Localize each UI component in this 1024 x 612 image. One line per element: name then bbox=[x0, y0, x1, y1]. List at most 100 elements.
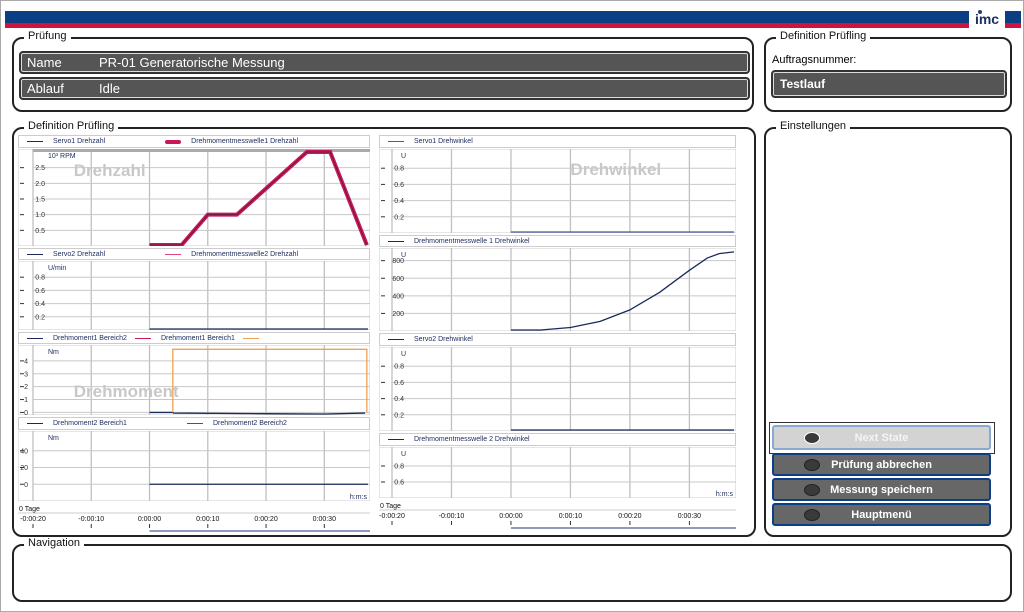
definition-pruefling-group: Definition Prüfling Auftragsnummer: Test… bbox=[764, 30, 1012, 112]
legend-label: Servo2 Drehwinkel bbox=[414, 336, 473, 343]
x-axis: h:m:s 0 Tage -0:00:20 -0:00:10 0:00:00 0:00:1… bbox=[18, 494, 370, 532]
legend-label: Drehmomentmesswelle2 Drehzahl bbox=[191, 250, 299, 258]
chart-legend: Drehmomentmesswelle 1 Drehwinkel bbox=[379, 235, 736, 247]
messung-speichern-button[interactable]: Messung speichern bbox=[772, 478, 991, 501]
name-field: Name PR-01 Generatorische Messung bbox=[19, 51, 750, 74]
plot-background bbox=[379, 149, 736, 233]
chart-legend: Servo2 Drehzahl Drehmomentmesswelle2 Dreh… bbox=[18, 248, 370, 260]
led-icon bbox=[804, 508, 820, 521]
legend-swatch bbox=[388, 439, 404, 440]
y-unit-label: Nm bbox=[48, 349, 59, 356]
y-tick-label: 0.2 bbox=[394, 214, 404, 221]
button-label: Hauptmenü bbox=[851, 508, 912, 521]
legend-item: Drehmoment2 Bereich2 bbox=[186, 420, 287, 427]
x-tick-label: 0:00:20 bbox=[254, 516, 277, 523]
pruefung-abbrechen-button[interactable]: Prüfung abbrechen bbox=[772, 453, 991, 476]
button-label: Next State bbox=[854, 431, 909, 444]
x-tick-label: -0:00:20 bbox=[20, 516, 46, 523]
next-state-button[interactable]: Next State bbox=[772, 425, 991, 450]
chart-legend: Servo1 Drehwinkel bbox=[379, 135, 736, 148]
y-tick-label: 0.8 bbox=[394, 166, 404, 173]
chart-plot: 200 400 600 800U bbox=[379, 248, 736, 331]
legend-item: Servo2 Drehzahl bbox=[27, 251, 105, 258]
auftragsnummer-field[interactable]: Testlauf bbox=[771, 70, 1007, 98]
chart-watermark: Drehzahl bbox=[74, 161, 146, 180]
y-tick-label: 0.2 bbox=[35, 314, 45, 321]
y-tick-label: 0.5 bbox=[35, 228, 45, 235]
y-tick-label: 0.4 bbox=[35, 301, 45, 308]
legend-item: Drehmomentmesswelle 2 Drehwinkel bbox=[388, 436, 530, 443]
imc-logo: imc bbox=[969, 7, 1005, 29]
x-tick-label: -0:00:10 bbox=[439, 513, 465, 520]
x-tick-label: 0:00:20 bbox=[618, 513, 641, 520]
legend-swatch bbox=[27, 423, 43, 424]
button-label: Messung speichern bbox=[830, 483, 933, 496]
y-tick-label: 0.8 bbox=[394, 464, 404, 471]
y-tick-label: 0.6 bbox=[394, 480, 404, 487]
legend-swatch bbox=[388, 240, 404, 242]
y-tick-label: 800 bbox=[392, 258, 404, 265]
y-unit-label: U bbox=[401, 252, 406, 259]
legend-item: Drehmoment1 Bereich1 bbox=[134, 334, 235, 342]
legend-item: Drehmoment1 Bereich2 bbox=[27, 335, 127, 342]
hauptmenue-button[interactable]: Hauptmenü bbox=[772, 503, 991, 526]
y-tick-label: 4 bbox=[24, 358, 28, 365]
y-tick-label: 0.4 bbox=[394, 396, 404, 403]
y-tick-label: 2.0 bbox=[35, 181, 45, 188]
legend-swatch bbox=[165, 253, 182, 255]
auftragsnummer-label: Auftragsnummer: bbox=[772, 54, 857, 66]
chart-watermark: Drehmoment bbox=[74, 382, 179, 401]
y-tick-label: 400 bbox=[392, 293, 404, 300]
chart-legend: Servo2 Drehwinkel bbox=[379, 333, 736, 346]
plot-background bbox=[18, 261, 370, 330]
legend-label: Drehmoment2 Bereich2 bbox=[212, 420, 287, 427]
legend-item: Servo2 Drehwinkel bbox=[388, 336, 473, 343]
y-unit-label: Nm bbox=[48, 435, 59, 442]
legend-swatch bbox=[27, 337, 43, 339]
legend-item: Drehmomentmesswelle 1 Drehwinkel bbox=[388, 238, 530, 245]
legend-item: Drehmoment2 Bereich1 bbox=[27, 420, 127, 427]
auftragsnummer-value: Testlauf bbox=[780, 77, 826, 91]
chart-plot: 0 20 40 Nm bbox=[18, 431, 370, 501]
chart-plot: 0.6 0.8 U bbox=[379, 447, 736, 498]
chart-plot: 0.5 1.0 1.5 2.0 2.510³ RPMDrehzahl bbox=[18, 149, 370, 246]
legend-swatch bbox=[27, 141, 43, 142]
y-tick-label: 0 bbox=[24, 410, 28, 415]
legend-label: Drehmoment1 Bereich2 bbox=[53, 334, 127, 342]
header-band-red bbox=[5, 23, 1021, 28]
x-tick-label: 0:00:30 bbox=[678, 513, 701, 520]
x-tick-label: -0:00:10 bbox=[78, 516, 104, 523]
plot-background bbox=[18, 431, 370, 501]
y-tick-label: 200 bbox=[392, 311, 404, 318]
legend-swatch bbox=[388, 141, 404, 142]
chart-plot: 0.2 0.4 0.6 0.8 U Drehwinkel bbox=[379, 149, 736, 233]
y-unit-label: 10³ RPM bbox=[48, 153, 76, 160]
chart-legend: Drehmomentmesswelle 2 Drehwinkel bbox=[379, 433, 736, 446]
y-tick-label: 20 bbox=[20, 465, 28, 472]
legend-swatch bbox=[27, 253, 43, 255]
legend-label: Drehmoment1 Bereich1 bbox=[160, 334, 235, 342]
navigation-group: Navigation bbox=[12, 537, 1012, 602]
y-tick-label: 2.5 bbox=[35, 165, 45, 172]
group-title: Navigation bbox=[24, 537, 84, 549]
x-tick-label: 0:00:00 bbox=[499, 513, 522, 520]
chart-legend: Drehmoment2 Bereich1 Drehmoment2 Bereich2 bbox=[18, 417, 370, 430]
plot-background bbox=[379, 447, 736, 498]
x-tick-label: 0:00:10 bbox=[559, 513, 582, 520]
y-tick-label: 0.8 bbox=[394, 364, 404, 371]
ablauf-value: Idle bbox=[99, 81, 120, 96]
chart-plot: 0.2 0.4 0.6 0.8U/min bbox=[18, 261, 370, 330]
x-unit-label: h:m:s bbox=[716, 491, 734, 498]
y-tick-label: 0.4 bbox=[394, 198, 404, 205]
y-tick-label: 1 bbox=[24, 397, 28, 404]
y-tick-label: 0.8 bbox=[35, 275, 45, 282]
ablauf-field: Ablauf Idle bbox=[19, 77, 750, 100]
group-title: Definition Prüfling bbox=[776, 30, 871, 42]
y-tick-label: 1.0 bbox=[35, 212, 45, 219]
y-tick-label: 1.5 bbox=[35, 197, 45, 204]
button-label: Prüfung abbrechen bbox=[831, 458, 932, 471]
name-value: PR-01 Generatorische Messung bbox=[99, 55, 285, 70]
legend-label: Drehmoment2 Bereich1 bbox=[53, 420, 127, 427]
x-tick-label: 0:00:00 bbox=[138, 516, 161, 523]
led-icon bbox=[804, 458, 820, 471]
